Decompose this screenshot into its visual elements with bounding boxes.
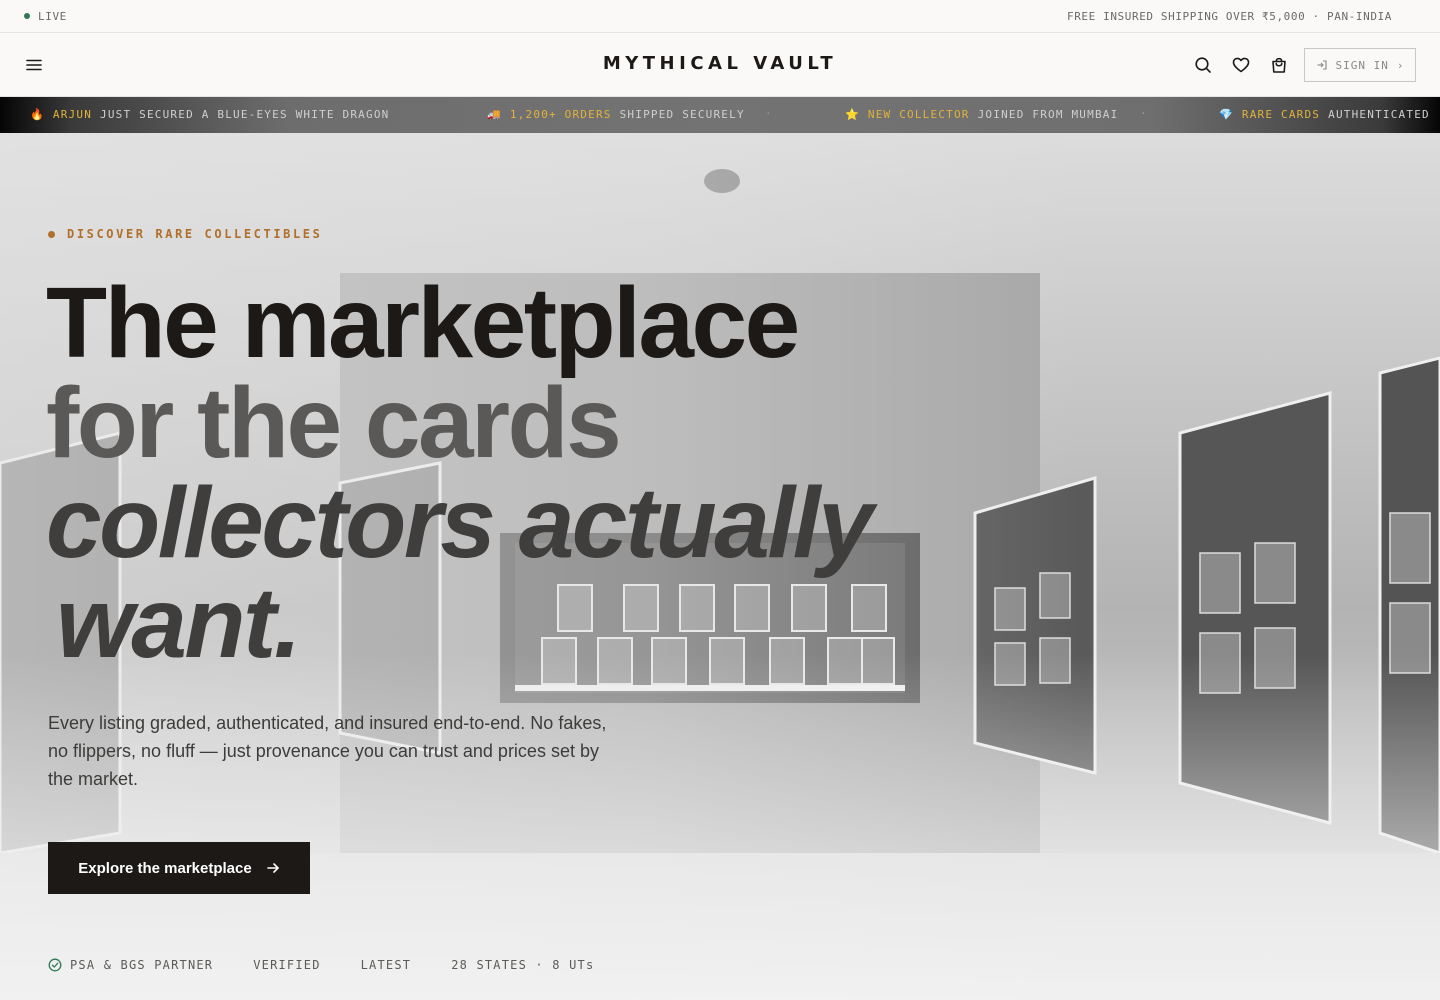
ticker-highlight: ARJUN xyxy=(52,108,93,121)
truck-icon: 🚚 xyxy=(487,108,502,121)
activity-ticker: 🔥 ARJUN JUST SECURED A BLUE-EYES WHITE D… xyxy=(0,97,1440,133)
hero-headline: The marketplace for the cards collectors… xyxy=(46,267,874,679)
trust-badge: PSA & BGS PARTNER xyxy=(48,958,213,972)
arrow-right-icon xyxy=(266,863,279,873)
ticker-text: AUTHENTICATED xyxy=(1328,108,1430,121)
badge-label: PSA & BGS PARTNER xyxy=(70,958,214,972)
headline-line-2: for the cards xyxy=(46,367,622,479)
hero-section: DISCOVER RARE COLLECTIBLES The marketpla… xyxy=(0,133,1440,1000)
site-header: MYTHICAL VAULT SIGN IN › xyxy=(0,33,1440,97)
star-icon: ⭐ xyxy=(845,108,860,121)
live-indicator: LIVE xyxy=(24,10,67,23)
headline-line-1: The marketplace xyxy=(46,267,800,379)
ticker-separator: · xyxy=(765,107,773,120)
headline-line-3: collectors actually xyxy=(46,467,874,579)
live-dot-icon xyxy=(24,13,30,19)
trust-badge: 28 STATES · 8 UTs xyxy=(451,958,595,972)
fire-icon: 🔥 xyxy=(30,108,45,121)
ticker-highlight: RARE CARDS xyxy=(1241,108,1321,121)
ticker-separator: · xyxy=(1140,107,1148,120)
ticker-highlight: NEW COLLECTOR xyxy=(867,108,970,121)
login-icon xyxy=(1317,60,1327,70)
eyebrow-dot-icon xyxy=(48,230,55,238)
shopping-bag-icon[interactable] xyxy=(1269,55,1289,75)
ticker-highlight: 1,200+ ORDERS xyxy=(509,108,612,121)
hero-subtext: Every listing graded, authenticated, and… xyxy=(48,713,607,789)
ticker-item: 🚚 1,200+ ORDERS SHIPPED SECURELY xyxy=(487,108,745,121)
chevron-right-icon: › xyxy=(1396,58,1405,72)
headline-line-4: want. xyxy=(56,567,302,679)
hero-eyebrow: DISCOVER RARE COLLECTIBLES xyxy=(48,227,322,241)
live-label: LIVE xyxy=(38,9,67,23)
ticker-text: SHIPPED SECURELY xyxy=(619,108,745,121)
ticker-item: ⭐ NEW COLLECTOR JOINED FROM MUMBAI xyxy=(845,108,1118,121)
check-circle-icon xyxy=(48,958,62,972)
ticker-text: JOINED FROM MUMBAI xyxy=(977,108,1119,121)
explore-marketplace-button[interactable]: Explore the marketplace xyxy=(48,842,310,894)
ticker-item: 🔥 ARJUN JUST SECURED A BLUE-EYES WHITE D… xyxy=(30,108,389,121)
trust-badges: PSA & BGS PARTNER VERIFIED LATEST 28 STA… xyxy=(48,958,594,972)
ticker-item: 💎 RARE CARDS AUTHENTICATED xyxy=(1219,108,1430,121)
gem-icon: 💎 xyxy=(1219,108,1234,121)
cta-label: Explore the marketplace xyxy=(78,859,252,877)
announcement-bar: LIVE FREE INSURED SHIPPING OVER ₹5,000 ·… xyxy=(0,0,1440,33)
shipping-note: FREE INSURED SHIPPING OVER ₹5,000 · PAN-… xyxy=(1066,9,1392,23)
ticker-text: JUST SECURED A BLUE-EYES WHITE DRAGON xyxy=(100,108,390,121)
sign-in-label: SIGN IN xyxy=(1335,58,1389,72)
trust-badge: LATEST xyxy=(360,958,412,972)
search-icon[interactable] xyxy=(1193,55,1213,75)
brand-logo[interactable]: MYTHICAL VAULT xyxy=(0,53,1440,74)
trust-badge: VERIFIED xyxy=(253,958,321,972)
sign-in-button[interactable]: SIGN IN › xyxy=(1304,48,1416,82)
heart-icon[interactable] xyxy=(1231,55,1251,75)
eyebrow-label: DISCOVER RARE COLLECTIBLES xyxy=(67,227,323,241)
